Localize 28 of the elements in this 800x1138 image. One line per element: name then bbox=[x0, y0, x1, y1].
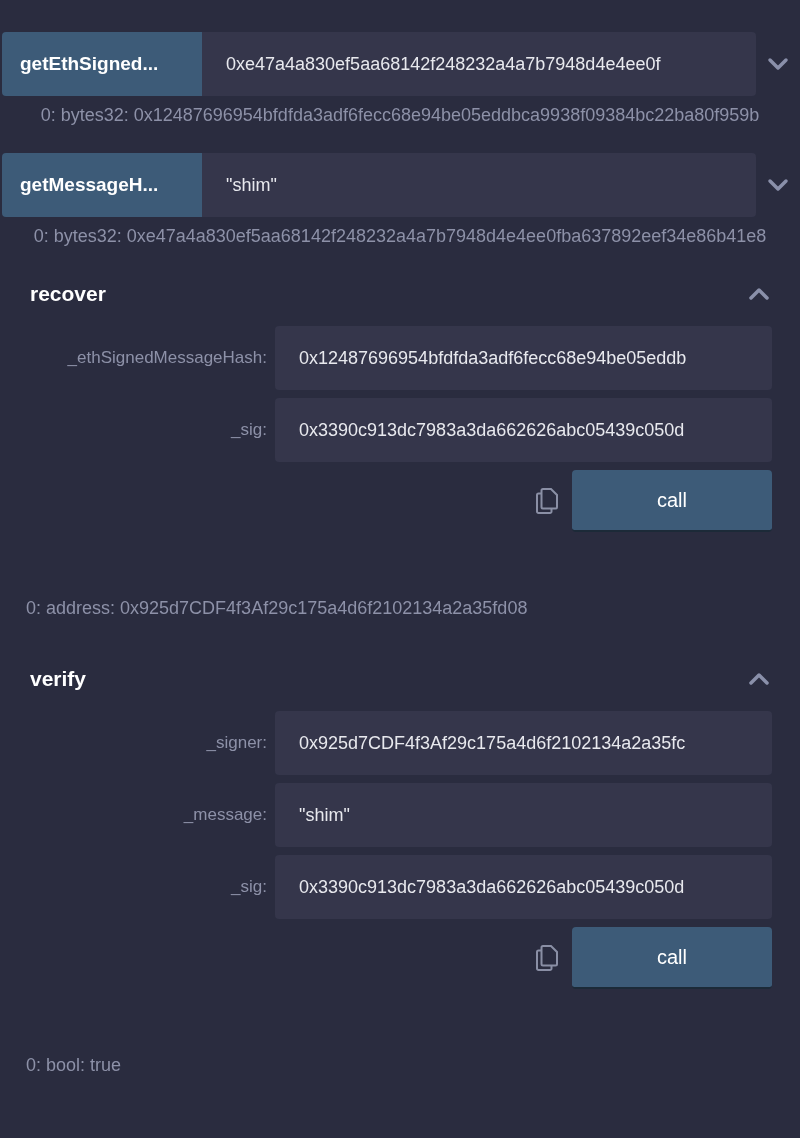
argument-field[interactable]: "shim" bbox=[202, 153, 756, 217]
result-text: 0: bool: true bbox=[25, 1054, 123, 1077]
argument-field[interactable]: 0xe47a4a830ef5aa68142f248232a4a7b7948d4e4ee0f bbox=[202, 32, 756, 96]
result-text: 0: address: 0x925d7CDF4f3Af29c175a4d6f2102134a2a35fd08 bbox=[25, 597, 529, 620]
parameter-field[interactable]: 0x3390c913dc7983a3da662626abc05439c050d bbox=[275, 855, 772, 919]
parameter-field[interactable]: "shim" bbox=[275, 783, 772, 847]
parameter-label: _signer: bbox=[205, 733, 267, 753]
parameter-label: _sig: bbox=[229, 877, 267, 897]
call-button[interactable]: call bbox=[572, 927, 772, 989]
parameter-field[interactable]: 0x12487696954bfdfda3adf6fecc68e94be05eddb bbox=[275, 326, 772, 390]
parameter-field[interactable]: 0x3390c913dc7983a3da662626abc05439c050d bbox=[275, 398, 772, 462]
copy-icon[interactable] bbox=[536, 488, 558, 514]
section-title: verify bbox=[30, 667, 87, 691]
function-button[interactable]: getMessageH... bbox=[2, 153, 202, 217]
chevron-up-icon[interactable] bbox=[748, 672, 770, 686]
result-text: 0: bytes32: 0xe47a4a830ef5aa68142f248232a4a7b7948d4e4ee0fba637892eef34e86b41e8 bbox=[32, 225, 768, 248]
parameter-field[interactable]: 0x925d7CDF4f3Af29c175a4d6f2102134a2a35fc bbox=[275, 711, 772, 775]
copy-icon[interactable] bbox=[536, 945, 558, 971]
chevron-up-icon[interactable] bbox=[748, 287, 770, 301]
result-text: 0: bytes32: 0x12487696954bfdfda3adf6fecc68e94be05eddbca9938f09384bc22ba80f959b bbox=[39, 104, 761, 127]
parameter-label: _sig: bbox=[229, 420, 267, 440]
parameter-label: _message: bbox=[182, 805, 267, 825]
call-button[interactable]: call bbox=[572, 470, 772, 532]
chevron-down-icon[interactable] bbox=[767, 178, 789, 192]
parameter-label: _ethSignedMessageHash: bbox=[66, 348, 267, 368]
function-button[interactable]: getEthSigned... bbox=[2, 32, 202, 96]
section-title: recover bbox=[30, 282, 106, 306]
chevron-down-icon[interactable] bbox=[767, 57, 789, 71]
